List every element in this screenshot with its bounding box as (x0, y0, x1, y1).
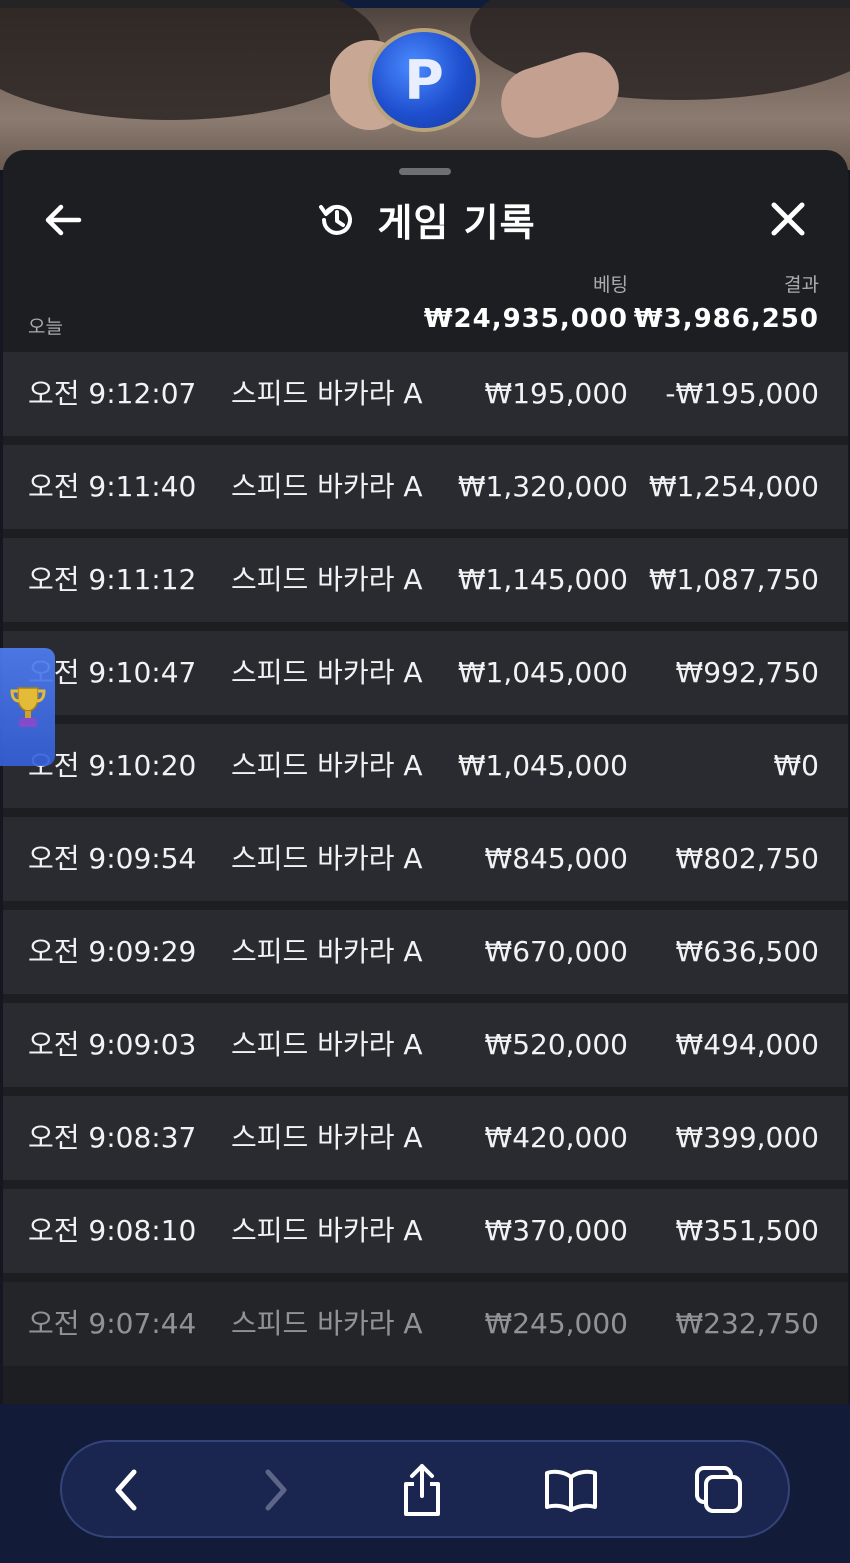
sheet-title: 게임 기록 (377, 201, 536, 245)
row-result: ₩802,750 (675, 842, 819, 875)
history-row[interactable]: 오전 9:09:29 스피드 바카라 A ₩670,000 ₩636,500 (3, 910, 848, 994)
row-bet: ₩670,000 (484, 935, 628, 968)
history-row[interactable]: 오전 9:09:54 스피드 바카라 A ₩845,000 ₩802,750 (3, 817, 848, 901)
close-button[interactable] (765, 196, 811, 242)
row-result: ₩1,087,750 (648, 563, 819, 596)
row-bet: ₩1,045,000 (457, 656, 628, 689)
row-bet: ₩195,000 (484, 377, 628, 410)
summary-result-total: ₩3,986,250 (633, 304, 819, 334)
row-bet: ₩1,145,000 (457, 563, 628, 596)
summary-label-today: 오늘 (28, 316, 63, 338)
close-icon (771, 202, 805, 236)
row-game: 스피드 바카라 A (231, 563, 423, 596)
row-game: 스피드 바카라 A (231, 1214, 423, 1247)
row-time: 오전 9:09:03 (28, 1028, 197, 1061)
history-clock-icon (319, 204, 353, 235)
history-row[interactable]: 오전 9:09:03 스피드 바카라 A ₩520,000 ₩494,000 (3, 1003, 848, 1087)
row-result: ₩0 (773, 749, 820, 782)
trophy-icon (9, 687, 46, 727)
sheet-header: 게임 기록 (3, 192, 848, 247)
row-game: 스피드 바카라 A (231, 656, 423, 689)
row-result: ₩1,254,000 (648, 470, 819, 503)
column-header-result: 결과 (784, 274, 819, 296)
row-game: 스피드 바카라 A (231, 842, 423, 875)
browser-toolbar (60, 1440, 790, 1538)
share-icon (404, 1464, 440, 1516)
row-result: ₩494,000 (675, 1028, 819, 1061)
chevron-right-icon (265, 1469, 287, 1511)
row-game: 스피드 바카라 A (231, 1307, 423, 1340)
column-header-bet: 베팅 (593, 274, 628, 296)
row-game: 스피드 바카라 A (231, 749, 423, 782)
history-row[interactable]: 오전 9:07:44 스피드 바카라 A ₩245,000 ₩232,750 (3, 1282, 848, 1366)
row-game: 스피드 바카라 A (231, 377, 423, 410)
share-button[interactable] (392, 1460, 452, 1520)
history-row[interactable]: 오전 9:08:37 스피드 바카라 A ₩420,000 ₩399,000 (3, 1096, 848, 1180)
row-game: 스피드 바카라 A (231, 470, 423, 503)
row-result: ₩636,500 (675, 935, 819, 968)
browser-back-button[interactable] (96, 1460, 156, 1520)
row-result: ₩351,500 (675, 1214, 819, 1247)
player-chip-icon: P (368, 28, 480, 132)
row-game: 스피드 바카라 A (231, 1028, 423, 1061)
live-video-background: P (0, 0, 850, 170)
summary-bet-total: ₩24,935,000 (423, 304, 628, 334)
tabs-icon (695, 1466, 742, 1513)
history-row[interactable]: 오전 9:10:47 스피드 바카라 A ₩1,045,000 ₩992,750 (3, 631, 848, 715)
row-game: 스피드 바카라 A (231, 1121, 423, 1154)
history-row[interactable]: 오전 9:10:20 스피드 바카라 A ₩1,045,000 ₩0 (3, 724, 848, 808)
browser-forward-button[interactable] (246, 1460, 306, 1520)
history-row[interactable]: 오전 9:08:10 스피드 바카라 A ₩370,000 ₩351,500 (3, 1189, 848, 1273)
row-result: ₩399,000 (675, 1121, 819, 1154)
row-bet: ₩245,000 (484, 1307, 628, 1340)
row-result: -₩195,000 (665, 377, 819, 410)
tabs-button[interactable] (689, 1460, 749, 1520)
row-time: 오전 9:08:10 (28, 1214, 197, 1247)
game-history-sheet: 게임 기록 베팅 결과 오늘 ₩24,935,000 ₩3,986,250 오전… (3, 150, 848, 1404)
history-row[interactable]: 오전 9:11:40 스피드 바카라 A ₩1,320,000 ₩1,254,0… (3, 445, 848, 529)
book-icon (545, 1469, 597, 1512)
chevron-left-icon (115, 1469, 137, 1511)
row-time: 오전 9:08:37 (28, 1121, 197, 1154)
row-bet: ₩1,045,000 (457, 749, 628, 782)
row-time: 오전 9:11:12 (28, 563, 197, 596)
trophy-side-tab[interactable] (0, 648, 55, 766)
history-row[interactable]: 오전 9:11:12 스피드 바카라 A ₩1,145,000 ₩1,087,7… (3, 538, 848, 622)
row-time: 오전 9:09:29 (28, 935, 197, 968)
row-bet: ₩1,320,000 (457, 470, 628, 503)
row-time: 오전 9:12:07 (28, 377, 197, 410)
history-list: 오전 9:12:07 스피드 바카라 A ₩195,000 -₩195,000 … (3, 352, 848, 1375)
row-bet: ₩420,000 (484, 1121, 628, 1154)
row-bet: ₩520,000 (484, 1028, 628, 1061)
history-row[interactable]: 오전 9:12:07 스피드 바카라 A ₩195,000 -₩195,000 (3, 352, 848, 436)
row-result: ₩232,750 (675, 1307, 819, 1340)
row-result: ₩992,750 (675, 656, 819, 689)
row-bet: ₩370,000 (484, 1214, 628, 1247)
row-time: 오전 9:07:44 (28, 1307, 197, 1340)
row-time: 오전 9:09:54 (28, 842, 197, 875)
row-time: 오전 9:11:40 (28, 470, 197, 503)
dealer-sleeve-left (0, 0, 380, 120)
sheet-grabber[interactable] (399, 168, 451, 175)
row-game: 스피드 바카라 A (231, 935, 423, 968)
bookmarks-button[interactable] (541, 1460, 601, 1520)
row-bet: ₩845,000 (484, 842, 628, 875)
